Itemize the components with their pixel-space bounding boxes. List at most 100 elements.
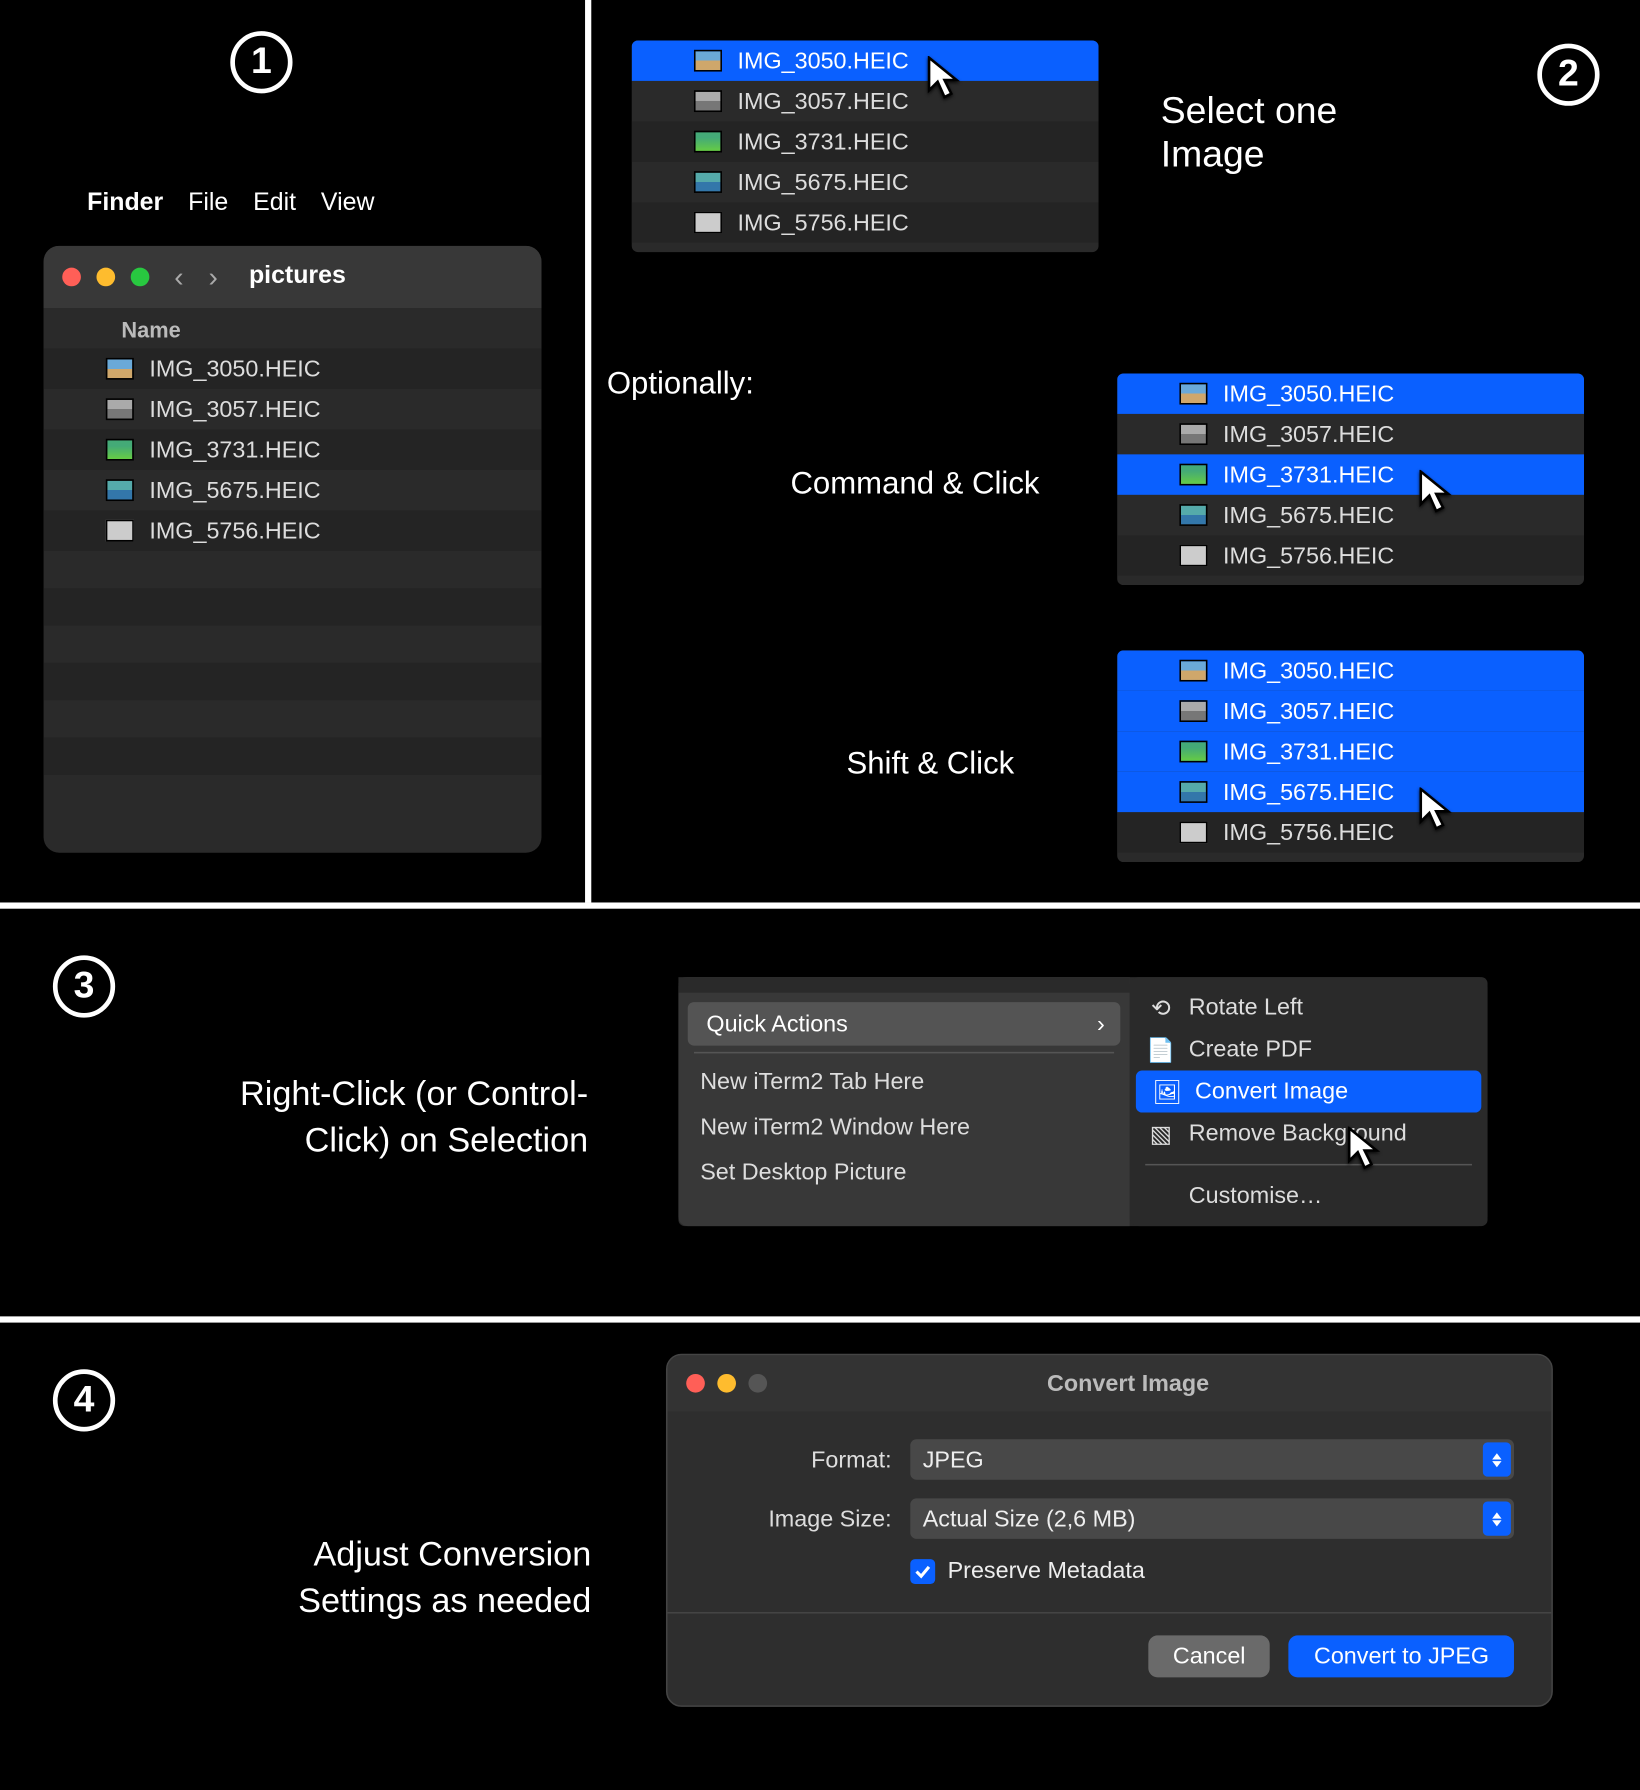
file-thumbnail-icon [694, 90, 722, 112]
list-item[interactable]: IMG_3057.HEIC [632, 81, 1099, 121]
file-thumbnail-icon [1179, 504, 1207, 526]
list-item[interactable]: IMG_3057.HEIC [1117, 414, 1584, 454]
step-3-badge: 3 [53, 955, 115, 1017]
traffic-zoom-icon[interactable] [131, 268, 150, 287]
context-menu: Quick Actions › New iTerm2 Tab Here New … [678, 977, 1487, 1226]
format-label: Format: [705, 1446, 892, 1472]
image-size-select[interactable]: Actual Size (2,6 MB) [910, 1498, 1514, 1538]
divider-horizontal-1 [0, 902, 1640, 908]
image-icon: 🖼 [1155, 1079, 1180, 1104]
file-thumbnail-icon [106, 479, 134, 501]
document-icon: 📄 [1148, 1037, 1173, 1062]
file-thumbnail-icon [694, 212, 722, 234]
list-item[interactable]: IMG_5675.HEIC [632, 162, 1099, 202]
menu-separator [694, 1052, 1114, 1054]
menu-item-remove-background[interactable]: ▧ Remove Background [1130, 1113, 1488, 1155]
list-item[interactable]: IMG_5756.HEIC [1117, 535, 1584, 575]
traffic-minimize-icon[interactable] [717, 1374, 736, 1393]
caption-adjust-settings: Adjust Conversion Settings as needed [218, 1531, 591, 1623]
caption-command-click: Command & Click [790, 467, 1039, 503]
list-item[interactable]: IMG_5675.HEIC [1117, 495, 1584, 535]
list-item[interactable]: IMG_3057.HEIC [44, 389, 542, 429]
caption-shift-click: Shift & Click [846, 747, 1014, 783]
menu-item[interactable]: New iTerm2 Tab Here [678, 1060, 1129, 1105]
step-2-badge: 2 [1537, 44, 1599, 106]
traffic-close-icon[interactable] [686, 1374, 705, 1393]
chevron-right-icon: › [1097, 1011, 1105, 1037]
menu-item-create-pdf[interactable]: 📄 Create PDF [1130, 1029, 1488, 1071]
image-size-label: Image Size: [705, 1505, 892, 1531]
dialog-divider [668, 1612, 1552, 1614]
file-thumbnail-icon [694, 131, 722, 153]
step-1-badge: 1 [230, 31, 292, 93]
nav-forward-icon[interactable]: › [209, 261, 218, 294]
menubar-file[interactable]: File [188, 190, 228, 218]
menu-item-convert-image[interactable]: 🖼 Convert Image [1136, 1071, 1481, 1113]
list-item[interactable]: IMG_5675.HEIC [1117, 772, 1584, 812]
divider-horizontal-2 [0, 1316, 1640, 1322]
list-item[interactable]: IMG_3050.HEIC [44, 349, 542, 389]
menubar-edit[interactable]: Edit [253, 190, 296, 218]
dialog-title: Convert Image [767, 1370, 1489, 1396]
list-item[interactable]: IMG_3731.HEIC [632, 121, 1099, 161]
finder-folder-title: pictures [249, 263, 346, 291]
list-item[interactable]: IMG_3050.HEIC [1117, 650, 1584, 690]
traffic-zoom-disabled-icon [748, 1374, 767, 1393]
convert-image-dialog: Convert Image Format: JPEG Image Size: A… [666, 1354, 1553, 1707]
context-menu-left: Quick Actions › New iTerm2 Tab Here New … [678, 977, 1129, 1226]
menu-item[interactable]: Set Desktop Picture [678, 1150, 1129, 1195]
step-4-badge: 4 [53, 1369, 115, 1431]
file-list-shift-select: IMG_3050.HEIC IMG_3057.HEIC IMG_3731.HEI… [1117, 650, 1584, 862]
menu-item[interactable]: New iTerm2 Window Here [678, 1105, 1129, 1150]
file-thumbnail-icon [106, 520, 134, 542]
format-select[interactable]: JPEG [910, 1439, 1514, 1479]
preserve-metadata-label: Preserve Metadata [948, 1558, 1145, 1584]
macos-menubar: Finder File Edit View [62, 190, 374, 218]
traffic-minimize-icon[interactable] [96, 268, 115, 287]
file-thumbnail-icon [1179, 383, 1207, 405]
file-thumbnail-icon [1179, 781, 1207, 803]
list-item[interactable]: IMG_3731.HEIC [1117, 731, 1584, 771]
list-item[interactable]: IMG_5756.HEIC [44, 510, 542, 550]
file-thumbnail-icon [1179, 423, 1207, 445]
convert-button[interactable]: Convert to JPEG [1289, 1635, 1514, 1677]
file-thumbnail-icon [1179, 822, 1207, 844]
caption-select-one: Select one Image [1161, 90, 1337, 177]
nav-back-icon[interactable]: ‹ [174, 261, 183, 294]
finder-file-list: IMG_3050.HEIC IMG_3057.HEIC IMG_3731.HEI… [44, 349, 542, 775]
menu-item-customise[interactable]: Customise… [1130, 1175, 1488, 1217]
file-thumbnail-icon [106, 398, 134, 420]
menu-item-quick-actions[interactable]: Quick Actions › [688, 1002, 1121, 1046]
list-item[interactable]: IMG_3050.HEIC [1117, 373, 1584, 413]
rotate-left-icon: ⟲ [1148, 995, 1173, 1020]
file-thumbnail-icon [1179, 660, 1207, 682]
remove-bg-icon: ▧ [1148, 1121, 1173, 1146]
list-item[interactable]: IMG_3731.HEIC [44, 429, 542, 469]
select-caret-icon [1483, 1442, 1511, 1476]
context-submenu: ⟲ Rotate Left 📄 Create PDF 🖼 Convert Ima… [1130, 977, 1488, 1226]
column-header-name[interactable]: Name [44, 308, 542, 348]
file-thumbnail-icon [694, 50, 722, 72]
file-thumbnail-icon [106, 358, 134, 380]
caption-right-click: Right-Click (or Control- Click) on Selec… [152, 1071, 588, 1163]
file-thumbnail-icon [1179, 700, 1207, 722]
menubar-view[interactable]: View [321, 190, 375, 218]
cancel-button[interactable]: Cancel [1148, 1635, 1270, 1677]
list-item[interactable]: IMG_3731.HEIC [1117, 454, 1584, 494]
traffic-close-icon[interactable] [62, 268, 81, 287]
finder-window: ‹ › pictures Name IMG_3050.HEIC IMG_3057… [44, 246, 542, 853]
menubar-finder[interactable]: Finder [87, 190, 163, 218]
preserve-metadata-checkbox[interactable] [910, 1558, 935, 1583]
dialog-titlebar: Convert Image [668, 1355, 1552, 1411]
caption-optionally: Optionally: [607, 367, 754, 403]
list-item[interactable]: IMG_3057.HEIC [1117, 691, 1584, 731]
divider-vertical [585, 0, 591, 902]
list-item[interactable]: IMG_5756.HEIC [1117, 812, 1584, 852]
file-thumbnail-icon [694, 171, 722, 193]
menu-item-rotate-left[interactable]: ⟲ Rotate Left [1130, 987, 1488, 1029]
list-item[interactable]: IMG_5675.HEIC [44, 470, 542, 510]
file-thumbnail-icon [1179, 545, 1207, 567]
list-item[interactable]: IMG_5756.HEIC [632, 202, 1099, 242]
file-list-cmd-select: IMG_3050.HEIC IMG_3057.HEIC IMG_3731.HEI… [1117, 373, 1584, 585]
list-item[interactable]: IMG_3050.HEIC [632, 40, 1099, 80]
